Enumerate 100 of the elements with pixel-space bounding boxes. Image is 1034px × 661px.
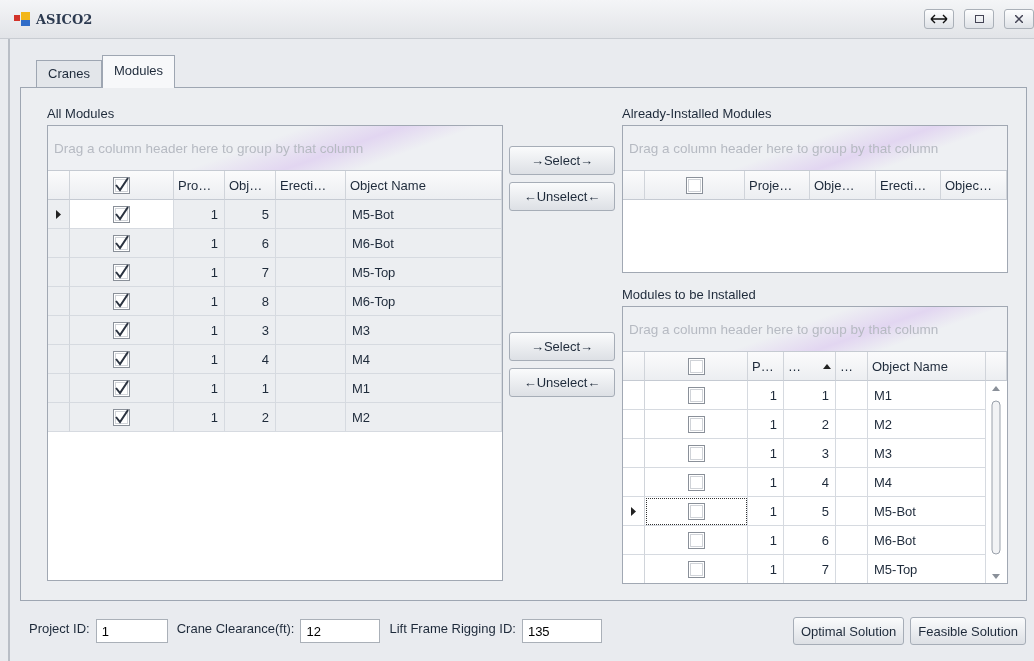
resize-cursor-icon xyxy=(930,14,948,24)
input-field[interactable]: 1 xyxy=(95,619,168,643)
checkbox[interactable] xyxy=(687,560,705,578)
checkbox[interactable] xyxy=(113,379,130,397)
checkbox[interactable] xyxy=(687,386,705,404)
table-cell: 1 xyxy=(748,381,784,410)
current-row-icon xyxy=(56,209,61,219)
unselect-button[interactable]: ←Unselect← xyxy=(509,182,615,211)
window-title: ASICO2 xyxy=(36,11,94,27)
table-cell: 1 xyxy=(174,258,225,287)
table-cell xyxy=(836,410,868,439)
select-button[interactable]: →Select→ xyxy=(509,146,615,175)
row-indicator[interactable] xyxy=(623,497,645,526)
table-cell: M5-Top xyxy=(346,258,502,287)
table-cell: 1 xyxy=(748,468,784,497)
column-header[interactable]: P… xyxy=(748,352,784,381)
table-cell: M1 xyxy=(868,381,986,410)
table-cell: 1 xyxy=(748,526,784,555)
column-header[interactable]: Object Name xyxy=(868,352,986,381)
table-cell: M3 xyxy=(346,316,502,345)
table-cell: M6-Bot xyxy=(346,229,502,258)
close-icon xyxy=(1015,15,1023,23)
unselect-button[interactable]: ←Unselect← xyxy=(509,368,615,397)
table-cell: M6-Top xyxy=(346,287,502,316)
checkbox[interactable] xyxy=(113,321,130,339)
checkbox[interactable] xyxy=(687,531,705,549)
checkbox[interactable] xyxy=(687,357,705,375)
table-cell: 1 xyxy=(748,410,784,439)
maximize-button[interactable] xyxy=(964,9,994,29)
minimize-button[interactable] xyxy=(924,9,954,29)
row-indicator[interactable] xyxy=(48,200,70,229)
table-cell: 5 xyxy=(225,200,276,229)
table-cell xyxy=(276,200,346,229)
table-cell xyxy=(836,439,868,468)
table-cell: 1 xyxy=(174,316,225,345)
tab[interactable]: Cranes xyxy=(36,60,102,87)
table-cell: M3 xyxy=(868,439,986,468)
column-header[interactable]: Object Name xyxy=(346,171,502,200)
table-cell: 4 xyxy=(225,345,276,374)
field-label: Lift Frame Rigging ID: xyxy=(389,620,516,636)
checkbox[interactable] xyxy=(113,263,130,281)
close-button[interactable] xyxy=(1004,9,1034,29)
table-cell: M6-Bot xyxy=(868,526,986,555)
current-row-icon xyxy=(631,506,636,516)
checkbox[interactable] xyxy=(113,176,130,194)
checkbox[interactable] xyxy=(113,292,130,310)
table-cell: M4 xyxy=(346,345,502,374)
column-header[interactable]: Erecti… xyxy=(876,171,941,200)
table-cell: 1 xyxy=(174,229,225,258)
table-cell: 1 xyxy=(174,345,225,374)
table-cell: 1 xyxy=(174,287,225,316)
checkbox[interactable] xyxy=(687,473,705,491)
checkbox[interactable] xyxy=(113,234,130,252)
table-cell: 3 xyxy=(784,439,836,468)
checkbox[interactable] xyxy=(687,415,705,433)
column-header[interactable]: Obje… xyxy=(810,171,876,200)
table-cell: 5 xyxy=(784,497,836,526)
table-cell: M4 xyxy=(868,468,986,497)
checkbox[interactable] xyxy=(113,350,130,368)
tab[interactable]: Modules xyxy=(101,55,176,88)
table-cell: M2 xyxy=(868,410,986,439)
checkbox[interactable] xyxy=(686,176,703,194)
column-header[interactable]: Erecti… xyxy=(276,171,346,200)
input-field[interactable]: 135 xyxy=(521,619,602,643)
table-cell: 8 xyxy=(225,287,276,316)
table-cell xyxy=(836,497,868,526)
table-cell: 1 xyxy=(174,374,225,403)
table-cell: 6 xyxy=(784,526,836,555)
column-header[interactable]: … xyxy=(784,352,836,381)
sort-up-icon xyxy=(823,363,831,369)
section-label: Already-Installed Modules xyxy=(622,106,773,123)
table-cell: 6 xyxy=(225,229,276,258)
table-cell: 4 xyxy=(784,468,836,497)
table-cell: M5-Bot xyxy=(346,200,502,229)
table-cell: 1 xyxy=(748,439,784,468)
checkbox[interactable] xyxy=(687,444,705,462)
maximize-icon xyxy=(974,15,984,23)
app-icon xyxy=(14,12,30,26)
table-cell: 1 xyxy=(174,200,225,229)
checkbox[interactable] xyxy=(687,502,705,520)
column-header[interactable]: Pro… xyxy=(174,171,225,200)
table-cell: 1 xyxy=(784,381,836,410)
column-header[interactable]: … xyxy=(836,352,868,381)
section-label: Modules to be Installed xyxy=(622,287,757,304)
section-label: All Modules xyxy=(47,106,116,123)
table-cell: M1 xyxy=(346,374,502,403)
table-cell: 1 xyxy=(225,374,276,403)
column-header[interactable]: Obj… xyxy=(225,171,276,200)
checkbox[interactable] xyxy=(113,205,130,223)
table-cell: 1 xyxy=(174,403,225,432)
field-label: Crane Clearance(ft): xyxy=(176,620,295,636)
checkbox[interactable] xyxy=(113,408,130,426)
table-cell xyxy=(276,403,346,432)
action-button[interactable]: Feasible Solution xyxy=(910,617,1026,645)
action-button[interactable]: Optimal Solution xyxy=(792,617,905,645)
column-header[interactable]: Objec… xyxy=(941,171,1007,200)
table-cell: 2 xyxy=(784,410,836,439)
input-field[interactable]: 12 xyxy=(300,619,381,643)
column-header[interactable]: Proje… xyxy=(745,171,810,200)
select-button[interactable]: →Select→ xyxy=(509,332,615,361)
